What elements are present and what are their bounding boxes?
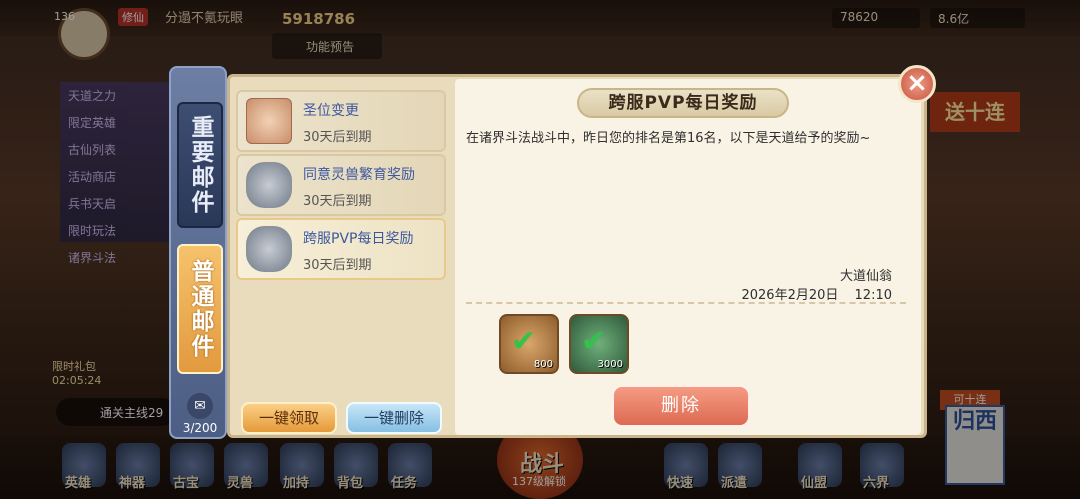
mail-expiry: 30天后到期 bbox=[303, 194, 372, 209]
claimed-check-icon: ✔ bbox=[511, 324, 537, 359]
detail-divider bbox=[466, 302, 906, 304]
bag-icon bbox=[246, 162, 292, 208]
mail-count-text: 3/200 bbox=[182, 421, 218, 435]
reward-count: 3000 bbox=[597, 359, 623, 370]
letter-icon bbox=[246, 98, 292, 144]
mail-item-title-change[interactable]: 圣位变更 30天后到期 bbox=[236, 90, 446, 152]
mail-item-pvp-daily[interactable]: 跨服PVP每日奖励 30天后到期 bbox=[236, 218, 446, 280]
close-icon[interactable]: × bbox=[898, 65, 936, 103]
mail-expiry: 30天后到期 bbox=[303, 258, 372, 273]
delete-button[interactable]: 删除 bbox=[612, 385, 750, 427]
collect-all-button[interactable]: 一键领取 bbox=[241, 402, 337, 434]
tab-normal-mail[interactable]: 普通邮件 bbox=[177, 244, 223, 374]
mail-expiry: 30天后到期 bbox=[303, 130, 372, 145]
mail-title: 同意灵兽繁育奖励 bbox=[303, 167, 415, 183]
delete-all-button[interactable]: 一键删除 bbox=[346, 402, 442, 434]
claimed-check-icon: ✔ bbox=[581, 324, 607, 359]
mail-time-text: 12:10 bbox=[854, 288, 892, 303]
bag-icon bbox=[246, 226, 292, 272]
tab-important-mail[interactable]: 重要邮件 bbox=[177, 102, 223, 228]
mail-list: 圣位变更 30天后到期 同意灵兽繁育奖励 30天后到期 跨服PVP每日奖励 30… bbox=[233, 84, 453, 436]
mail-item-beast-breeding[interactable]: 同意灵兽繁育奖励 30天后到期 bbox=[236, 154, 446, 216]
envelope-icon: ✉ bbox=[187, 393, 213, 419]
mail-sender: 大道仙翁 bbox=[839, 269, 892, 284]
reward-count: 800 bbox=[533, 359, 553, 370]
game-screen: 136 修仙 分遢不氪玩眼 5918786 功能预告 78620 8.6亿 送十… bbox=[0, 0, 1080, 499]
mail-detail-title: 跨服PVP每日奖励 bbox=[577, 88, 789, 118]
mail-counter: ✉ 3/200 bbox=[175, 393, 225, 435]
mail-detail-body: 在诸界斗法战斗中，昨日您的排名是第16名，以下是天道给予的奖励~ bbox=[466, 131, 871, 146]
mail-date: 2026年2月20日 12:10 bbox=[700, 284, 892, 303]
reward-jade[interactable]: ✔ 3000 bbox=[569, 314, 629, 374]
mail-date-text: 2026年2月20日 bbox=[741, 288, 839, 303]
mail-title: 圣位变更 bbox=[303, 103, 359, 119]
reward-ingot[interactable]: ✔ 800 bbox=[499, 314, 559, 374]
mail-tab-rail: 重要邮件 普通邮件 ✉ 3/200 bbox=[169, 66, 227, 439]
mail-title: 跨服PVP每日奖励 bbox=[303, 231, 414, 247]
